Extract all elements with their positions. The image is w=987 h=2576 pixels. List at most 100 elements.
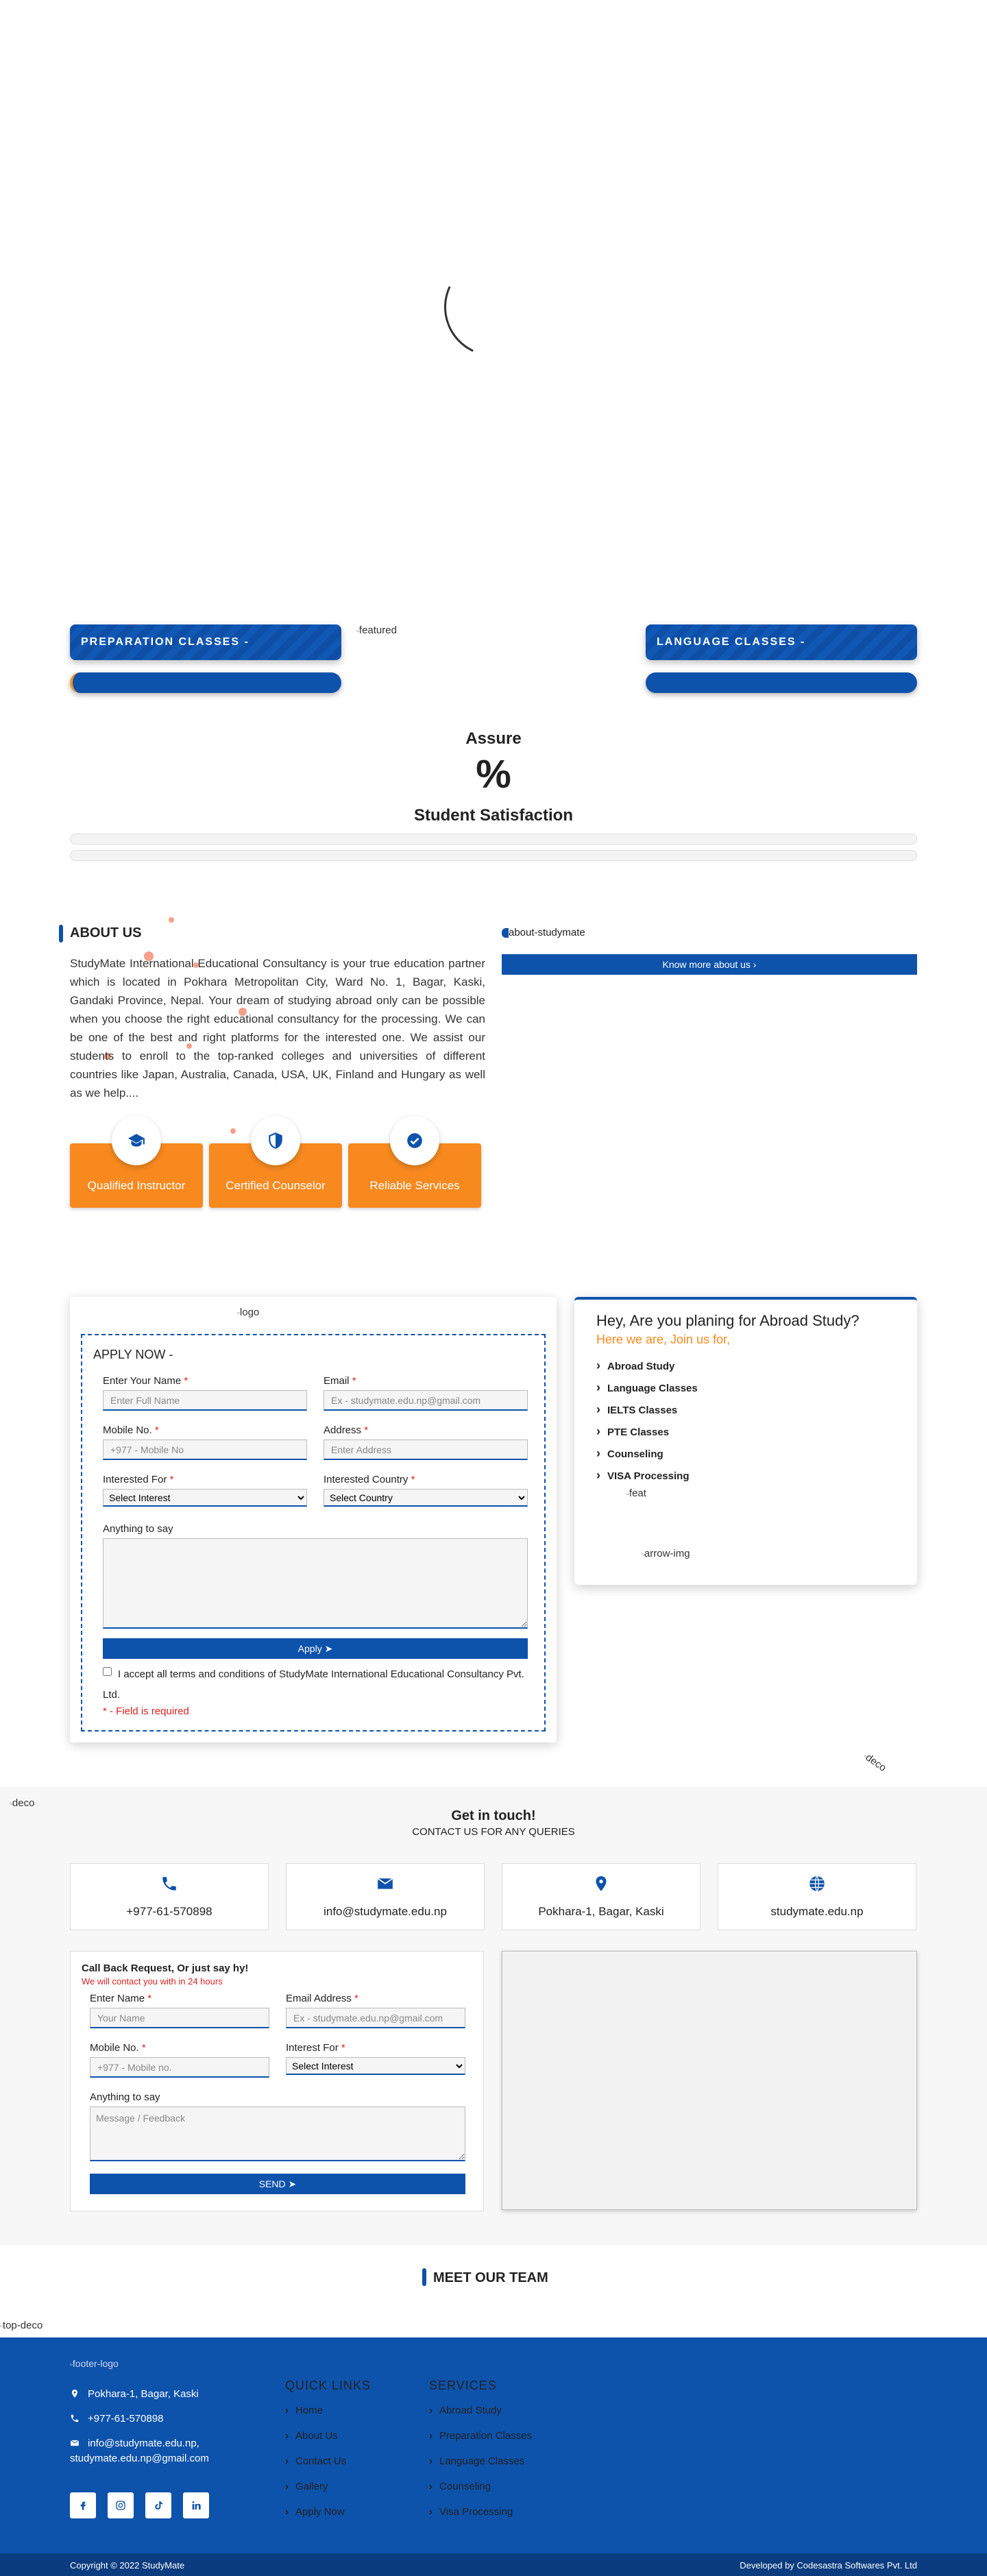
preparation-classes-card[interactable]: PREPARATION CLASSES - [70, 624, 341, 660]
envelope-icon [70, 2440, 80, 2446]
services-title: SERVICES [429, 2379, 497, 2392]
contact-title: Get in touch! [451, 1808, 536, 1823]
deco-image: ▫deco [10, 1797, 35, 1809]
shield-icon [251, 1116, 300, 1165]
footer-phone[interactable]: +977-61-570898 [71, 2411, 164, 2427]
copyright-text: Copyright © 2022 StudyMate [70, 2560, 185, 2571]
featured-image: ▫featured [356, 624, 397, 636]
email-input[interactable] [324, 1390, 528, 1411]
tiktok-icon[interactable] [145, 2492, 171, 2518]
footer-link-apply[interactable]: Apply Now [285, 2506, 345, 2518]
contact-location: Pokhara-1, Bagar, Kaski [538, 1905, 664, 1918]
cb-name-label: Enter Name * [90, 1993, 152, 2004]
apply-form: APPLY NOW - Enter Your Name * Email * Mo… [81, 1334, 546, 1731]
cb-mobile-label: Mobile No. * [90, 2042, 146, 2054]
map-embed[interactable] [502, 1951, 917, 2210]
list-item: Counseling [596, 1442, 698, 1464]
satisfaction-progress-bar [70, 834, 917, 845]
cb-message-textarea[interactable] [90, 2106, 465, 2161]
footer-service-preparation[interactable]: Preparation Classes [429, 2430, 532, 2442]
contact-location-box[interactable]: Pokhara-1, Bagar, Kaski [502, 1863, 700, 1930]
contact-website-box[interactable]: studymate.edu.np [718, 1863, 916, 1930]
footer-link-home[interactable]: Home [285, 2405, 323, 2416]
abroad-subtitle: Here we are, Join us for, [596, 1333, 731, 1346]
interest-select[interactable]: Select Interest [103, 1489, 307, 1507]
footer-service-language[interactable]: Language Classes [429, 2455, 524, 2467]
footer-email-2[interactable]: studymate.edu.np@gmail.com [70, 2451, 209, 2466]
email-label: Email * [324, 1375, 356, 1387]
feature-reliable-services: Reliable Services [348, 1116, 481, 1208]
assure-title: Assure [465, 729, 522, 748]
decor-dot [230, 1128, 236, 1134]
about-accent-bar [59, 925, 63, 943]
about-studymate-image: about-studymate [502, 927, 585, 938]
envelope-icon [287, 1875, 484, 1895]
footer-service-counseling[interactable]: Counseling [429, 2481, 491, 2492]
list-item: Abroad Study [596, 1354, 698, 1376]
cb-message-label: Anything to say [90, 2091, 160, 2103]
abroad-study-card: Hey, Are you planing for Abroad Study? H… [574, 1297, 917, 1585]
full-name-input[interactable] [103, 1390, 307, 1411]
callback-form-card: Call Back Request, Or just say hy! We wi… [70, 1951, 484, 2211]
abroad-title: Hey, Are you planing for Abroad Study? [596, 1312, 860, 1329]
footer-service-abroad[interactable]: Abroad Study [429, 2405, 502, 2416]
footer-link-about[interactable]: About Us [285, 2430, 338, 2442]
map-pin-icon [502, 1875, 700, 1895]
contact-website: studymate.edu.np [770, 1905, 864, 1918]
apply-submit-button[interactable]: Apply ➤ [103, 1638, 528, 1659]
language-classes-card[interactable]: LANGUAGE CLASSES - [646, 624, 917, 660]
message-textarea[interactable] [103, 1538, 528, 1629]
decor-dot [169, 917, 174, 923]
list-item: PTE Classes [596, 1420, 698, 1442]
callback-subtitle: We will contact you with in 24 hours [82, 1976, 223, 1986]
send-button[interactable]: SEND ➤ [90, 2174, 465, 2194]
apply-heading: APPLY NOW - [93, 1348, 173, 1361]
phone-icon [71, 2414, 79, 2422]
list-item: VISA Processing [596, 1464, 698, 1486]
footer-service-visa[interactable]: Visa Processing [429, 2506, 513, 2518]
top-deco-image: ▫top-deco [0, 2320, 43, 2331]
team-title: MEET OUR TEAM [433, 2270, 548, 2285]
contact-email-box[interactable]: info@studymate.edu.np [286, 1863, 485, 1930]
abroad-services-list: Abroad Study Language Classes IELTS Clas… [596, 1354, 698, 1486]
cb-name-input[interactable] [90, 2008, 269, 2028]
arrow-image: ▫arrow-img [642, 1548, 690, 1559]
quick-links-title: QUICK LINKS [285, 2379, 371, 2392]
cb-interest-select[interactable]: Select Interest [286, 2057, 465, 2075]
mobile-input[interactable] [103, 1439, 307, 1460]
contact-phone-box[interactable]: +977-61-570898 [70, 1863, 269, 1930]
facebook-icon[interactable] [70, 2492, 96, 2518]
feat-image: ▫feat [626, 1487, 646, 1499]
footer-bottom-bar: Copyright © 2022 StudyMate Developed by … [0, 2553, 987, 2576]
assure-value: % [476, 752, 511, 797]
cb-interest-label: Interest For * [286, 2042, 345, 2054]
address-label: Address * [324, 1424, 369, 1436]
mobile-label: Mobile No. * [103, 1424, 159, 1436]
developer-credit[interactable]: Developed by Codesastra Softwares Pvt. L… [740, 2560, 917, 2571]
feature-qualified-instructor: Qualified Instructor [70, 1116, 203, 1208]
logo-image: ▫logo [237, 1307, 260, 1318]
linkedin-icon[interactable] [183, 2492, 209, 2518]
footer-link-contact[interactable]: Contact Us [285, 2455, 346, 2467]
list-item: Language Classes [596, 1376, 698, 1398]
know-more-about-button[interactable]: Know more about us › [502, 954, 917, 975]
country-select[interactable]: Select Country [324, 1489, 528, 1507]
contact-phone: +977-61-570898 [126, 1905, 212, 1918]
about-description: StudyMate International Educational Cons… [70, 957, 485, 1099]
cb-mobile-input[interactable] [90, 2057, 269, 2078]
cb-email-input[interactable] [286, 2008, 465, 2028]
check-circle-icon [390, 1116, 439, 1165]
interest-label: Interested For * [103, 1474, 174, 1485]
instagram-icon[interactable] [108, 2492, 134, 2518]
preparation-classes-label: PREPARATION CLASSES - [81, 636, 249, 648]
assure-subtitle: Student Satisfaction [413, 806, 574, 825]
address-input[interactable] [324, 1439, 528, 1460]
country-label: Interested Country * [324, 1474, 415, 1485]
satisfaction-progress-bar-2 [70, 850, 917, 861]
terms-text: I accept all terms and conditions of Stu… [103, 1668, 524, 1701]
footer-emails[interactable]: info@studymate.edu.np, [70, 2436, 199, 2451]
preparation-classes-bar [70, 672, 341, 693]
footer-link-gallery[interactable]: Gallery [285, 2481, 328, 2492]
deco-image: ▫deco [861, 1751, 889, 1774]
footer-logo: ▫footer-logo [70, 2358, 119, 2369]
